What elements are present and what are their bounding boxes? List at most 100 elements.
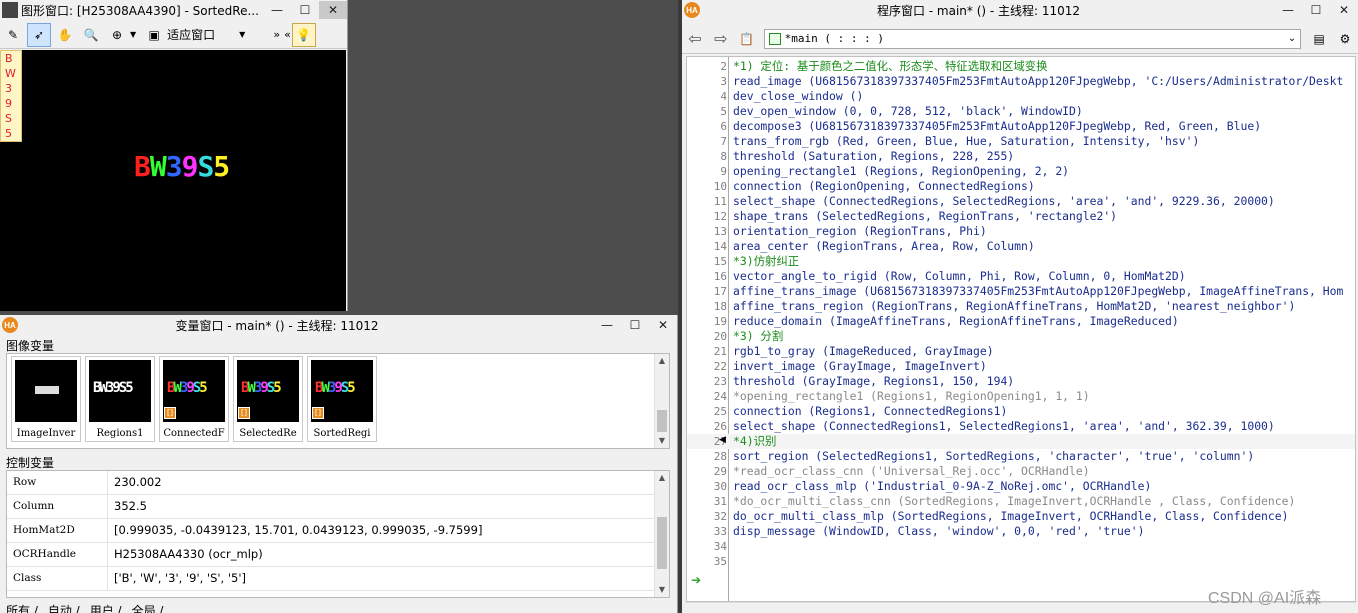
code-line[interactable]: 11 select_shape (ConnectedRegions, Select… bbox=[687, 194, 1355, 209]
procedure-select[interactable]: *main ( : : : ) ⌄ bbox=[763, 28, 1302, 49]
code-line[interactable]: 35 bbox=[687, 554, 1355, 569]
tuple-badge-icon: [] bbox=[312, 407, 324, 419]
code-line[interactable]: 34 bbox=[687, 539, 1355, 554]
code-line[interactable]: 19 reduce_domain (ImageAffineTrans, Regio… bbox=[687, 314, 1355, 329]
variable-tab[interactable]: 自动 / bbox=[48, 602, 80, 613]
close-button[interactable]: ✕ bbox=[319, 1, 347, 19]
code-line[interactable]: 29 *read_ocr_class_cnn ('Universal_Rej.oc… bbox=[687, 464, 1355, 479]
scroll-down-icon[interactable]: ▼ bbox=[655, 583, 669, 597]
graphics-window-titlebar[interactable]: 图形窗口: [H25308AA4390] - SortedRe... — ☐ ✕ bbox=[0, 0, 347, 20]
maximize-button[interactable]: ☐ bbox=[291, 1, 319, 19]
forward-arrow-icon[interactable]: ⇨ bbox=[709, 27, 733, 51]
code-line[interactable]: 28 sort_region (SelectedRegions1, SortedR… bbox=[687, 449, 1355, 464]
zoom-in-icon[interactable]: ⊕ bbox=[105, 23, 129, 47]
code-line[interactable]: 32 do_ocr_multi_class_mlp (SortedRegions,… bbox=[687, 509, 1355, 524]
variable-tab[interactable]: 全局 / bbox=[132, 602, 164, 613]
code-editor[interactable]: 2 *1) 定位: 基于颜色之二值化、形态学、特征选取和区域变换 3 read_ima… bbox=[686, 56, 1356, 602]
select-arrow-icon[interactable]: ➶ bbox=[27, 22, 51, 47]
close-button[interactable]: ✕ bbox=[649, 316, 677, 334]
scroll-thumb[interactable] bbox=[657, 410, 667, 432]
code-line[interactable]: 10 connection (RegionOpening, ConnectedRe… bbox=[687, 179, 1355, 194]
control-scrollbar[interactable]: ▲ ▼ bbox=[654, 471, 669, 597]
tuple-badge-icon: [] bbox=[238, 407, 250, 419]
code-line[interactable]: 24 *opening_rectangle1 (Regions1, RegionO… bbox=[687, 389, 1355, 404]
minimize-button[interactable]: — bbox=[1274, 1, 1302, 19]
code-line[interactable]: 27 *4)识别 bbox=[687, 434, 1355, 449]
image-variable-thumbnail[interactable]: BW39S5 [] SelectedRe bbox=[233, 356, 303, 442]
draw-pen-icon[interactable]: ✎ bbox=[1, 23, 25, 47]
code-line[interactable]: 13 orientation_region (RegionTrans, Phi) bbox=[687, 224, 1355, 239]
code-line[interactable]: 12 shape_trans (SelectedRegions, RegionTr… bbox=[687, 209, 1355, 224]
variable-tab[interactable]: 用户 / bbox=[90, 602, 122, 613]
control-variable-row[interactable]: OCRHandle H25308AA4330 (ocr_mlp) bbox=[7, 543, 654, 567]
maximize-button[interactable]: ☐ bbox=[1302, 1, 1330, 19]
back-arrow-icon[interactable]: ⇦ bbox=[683, 27, 707, 51]
fit-window-icon[interactable]: ▣ bbox=[142, 23, 166, 47]
graphics-canvas[interactable]: BW39S5 BW39S5 bbox=[0, 50, 346, 311]
code-line[interactable]: 22 invert_image (GrayImage, ImageInvert) bbox=[687, 359, 1355, 374]
close-button[interactable]: ✕ bbox=[1330, 1, 1358, 19]
variable-window-titlebar[interactable]: HA 变量窗口 - main* () - 主线程: 11012 — ☐ ✕ bbox=[0, 315, 677, 335]
scroll-up-icon[interactable]: ▲ bbox=[655, 471, 669, 485]
result-letter: W bbox=[5, 67, 16, 80]
code-line[interactable]: 4 dev_close_window () bbox=[687, 89, 1355, 104]
control-variable-row[interactable]: Column 352.5 bbox=[7, 495, 654, 519]
code-line[interactable]: 2 *1) 定位: 基于颜色之二值化、形态学、特征选取和区域变换 bbox=[687, 59, 1355, 74]
vertical-splitter[interactable] bbox=[678, 0, 682, 613]
code-line[interactable]: 15 *3)仿射纠正 bbox=[687, 254, 1355, 269]
control-variable-row[interactable]: HomMat2D [0.999035, -0.0439123, 15.701, 0… bbox=[7, 519, 654, 543]
code-line[interactable]: 31 *do_ocr_multi_class_cnn (SortedRegions… bbox=[687, 494, 1355, 509]
code-text: *opening_rectangle1 (Regions1, RegionOpe… bbox=[733, 389, 1090, 403]
code-line[interactable]: 6 decompose3 (U681567318397337405Fm253Fmt… bbox=[687, 119, 1355, 134]
procedure-settings-icon[interactable]: ⚙ bbox=[1333, 27, 1357, 51]
code-line[interactable]: 33 disp_message (WindowID, Class, 'window… bbox=[687, 524, 1355, 539]
code-line[interactable]: 30 read_ocr_class_mlp ('Industrial_0-9A-Z… bbox=[687, 479, 1355, 494]
code-line[interactable]: 26 select_shape (ConnectedRegions1, Selec… bbox=[687, 419, 1355, 434]
control-variable-row[interactable]: Class ['B', 'W', '3', '9', 'S', '5'] bbox=[7, 567, 654, 591]
program-counter-icon: ➔ bbox=[691, 573, 702, 587]
zoom-dropdown-arrow-icon[interactable]: ▼ bbox=[130, 30, 136, 39]
scroll-up-icon[interactable]: ▲ bbox=[655, 354, 669, 368]
code-line[interactable]: 23 threshold (GrayImage, Regions1, 150, 1… bbox=[687, 374, 1355, 389]
variable-tab[interactable]: 所有 / bbox=[6, 602, 38, 613]
pan-hand-icon[interactable]: ✋ bbox=[53, 23, 77, 47]
image-scrollbar[interactable]: ▲ ▼ bbox=[654, 354, 669, 448]
edit-procedure-icon[interactable]: ▤ bbox=[1307, 27, 1331, 51]
image-variable-thumbnail[interactable]: BW39S5 Regions1 bbox=[85, 356, 155, 442]
code-line[interactable]: 9 opening_rectangle1 (Regions, RegionOpen… bbox=[687, 164, 1355, 179]
scroll-thumb[interactable] bbox=[657, 517, 667, 569]
code-line[interactable]: 3 read_image (U681567318397337405Fm253Fmt… bbox=[687, 74, 1355, 89]
code-line[interactable]: 17 affine_trans_image (U68156731839733740… bbox=[687, 284, 1355, 299]
code-line[interactable]: 16 vector_angle_to_rigid (Row, Column, Ph… bbox=[687, 269, 1355, 284]
lightbulb-icon[interactable]: 💡 bbox=[291, 22, 316, 47]
code-text: opening_rectangle1 (Regions, RegionOpeni… bbox=[733, 164, 1070, 178]
chevron-down-icon[interactable]: ⌄ bbox=[1284, 33, 1300, 44]
code-line[interactable]: 8 threshold (Saturation, Regions, 228, 25… bbox=[687, 149, 1355, 164]
code-text: select_shape (ConnectedRegions1, Selecte… bbox=[733, 419, 1275, 433]
code-line[interactable]: 21 rgb1_to_gray (ImageReduced, GrayImage) bbox=[687, 344, 1355, 359]
scroll-down-icon[interactable]: ▼ bbox=[655, 434, 669, 448]
code-line[interactable]: 5 dev_open_window (0, 0, 728, 512, 'black… bbox=[687, 104, 1355, 119]
image-variable-thumbnail[interactable]: BW39S5 [] SortedRegi bbox=[307, 356, 377, 442]
code-line[interactable]: 14 area_center (RegionTrans, Area, Row, C… bbox=[687, 239, 1355, 254]
code-line[interactable]: 25 connection (Regions1, ConnectedRegions… bbox=[687, 404, 1355, 419]
code-text: vector_angle_to_rigid (Row, Column, Phi,… bbox=[733, 269, 1186, 283]
control-variable-value: [0.999035, -0.0439123, 15.701, 0.0439123… bbox=[107, 519, 654, 542]
control-variable-row[interactable]: Row 230.002 bbox=[7, 471, 654, 495]
fit-dropdown-arrow-icon[interactable]: ▼ bbox=[239, 30, 245, 39]
code-line[interactable]: 7 trans_from_rgb (Red, Green, Blue, Hue, … bbox=[687, 134, 1355, 149]
image-variable-thumbnail[interactable]: ImageInver bbox=[11, 356, 81, 442]
image-variable-thumbnail[interactable]: BW39S5 [] ConnectedF bbox=[159, 356, 229, 442]
minimize-button[interactable]: — bbox=[593, 316, 621, 334]
minimize-button[interactable]: — bbox=[263, 1, 291, 19]
fit-window-label[interactable]: 适应窗口 bbox=[167, 26, 215, 43]
code-line[interactable]: 20 *3) 分割 bbox=[687, 329, 1355, 344]
toolbar-overflow-icon[interactable]: » bbox=[273, 28, 280, 41]
zoom-icon[interactable]: 🔍 bbox=[79, 23, 103, 47]
program-window-titlebar[interactable]: HA 程序窗口 - main* () - 主线程: 11012 — ☐ ✕ bbox=[682, 0, 1358, 20]
result-letter: S bbox=[5, 112, 12, 125]
toolbar-collapse-icon[interactable]: « bbox=[284, 28, 291, 41]
code-line[interactable]: 18 affine_trans_region (RegionTrans, Regi… bbox=[687, 299, 1355, 314]
procedure-icon[interactable]: 📋 bbox=[735, 27, 759, 51]
maximize-button[interactable]: ☐ bbox=[621, 316, 649, 334]
